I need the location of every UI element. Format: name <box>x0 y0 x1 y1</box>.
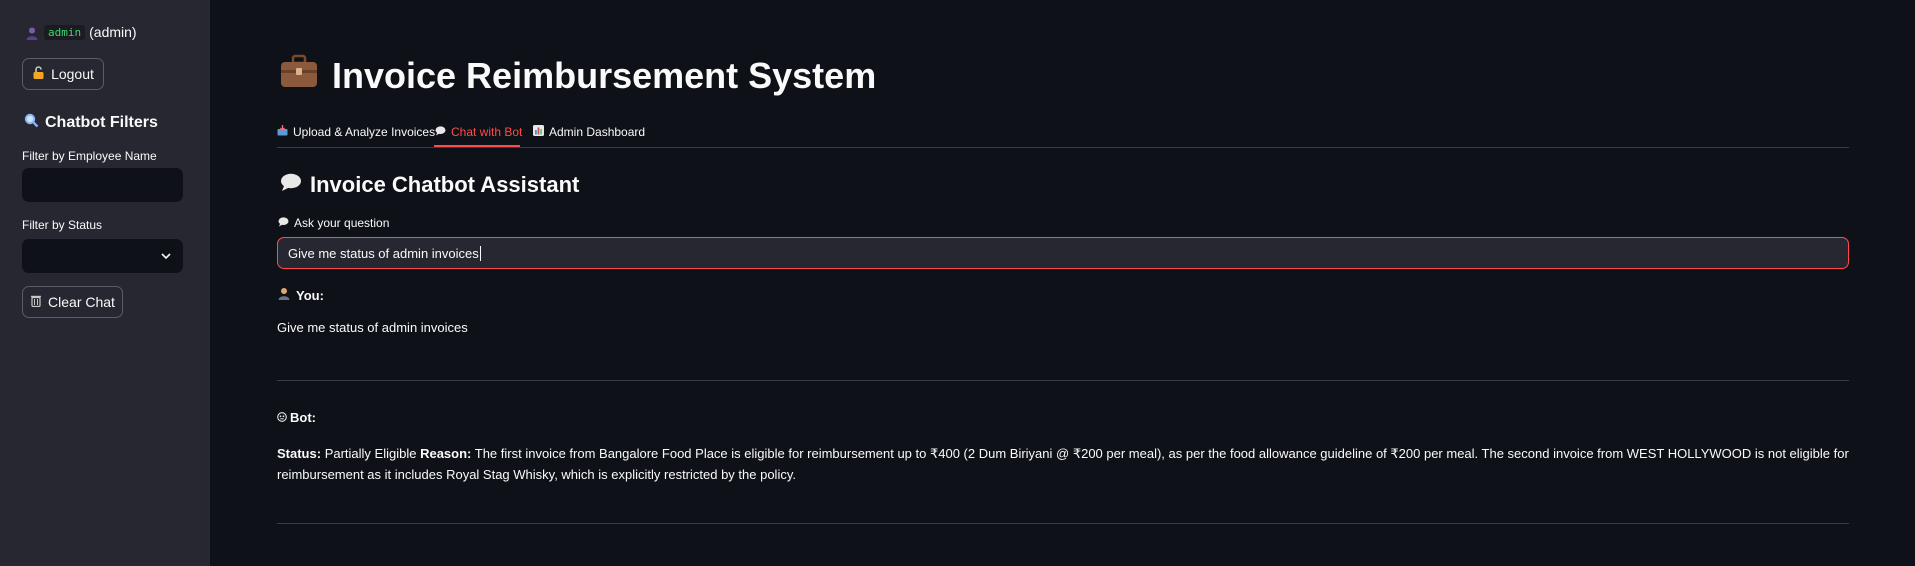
user-message-label: You: <box>278 287 324 303</box>
logout-label: Logout <box>51 66 94 82</box>
inbox-tray-icon <box>277 125 288 139</box>
user-info: admin (admin) <box>24 24 137 40</box>
divider <box>277 380 1849 381</box>
status-filter-select[interactable] <box>22 239 183 273</box>
tab-upload-analyze-label: Upload & Analyze Invoices <box>293 125 436 139</box>
speech-bubble-icon <box>278 216 289 230</box>
briefcase-icon <box>280 54 318 97</box>
bot-message-text: Status: Partially Eligible Reason: The f… <box>277 443 1849 485</box>
status-filter-label: Filter by Status <box>22 218 103 232</box>
page-title-text: Invoice Reimbursement System <box>332 54 877 96</box>
employee-filter-label: Filter by Employee Name <box>22 149 157 163</box>
reason-label: Reason: <box>420 446 472 461</box>
clear-chat-button[interactable]: Clear Chat <box>22 286 123 318</box>
username-code: admin <box>44 24 86 40</box>
logout-button[interactable]: Logout <box>22 58 104 90</box>
active-tab-indicator <box>434 145 520 147</box>
question-label: Ask your question <box>278 216 389 230</box>
unlock-icon <box>32 66 45 82</box>
clear-chat-label: Clear Chat <box>48 294 115 310</box>
bot-message-label: Bot: <box>277 410 316 425</box>
tab-chat-with-bot-label: Chat with Bot <box>451 125 523 139</box>
reason-text: The first invoice from Bangalore Food Pl… <box>277 446 1849 482</box>
divider <box>277 523 1849 524</box>
text-caret <box>479 245 481 261</box>
filters-title: Chatbot Filters <box>24 113 158 133</box>
employee-filter-input[interactable] <box>22 168 183 202</box>
magnifier-icon <box>24 113 39 133</box>
tab-admin-dashboard[interactable]: Admin Dashboard <box>533 122 645 146</box>
question-input[interactable]: Give me status of admin invoices <box>277 237 1849 269</box>
chevron-down-icon <box>161 247 171 265</box>
bot-message-label-text: Bot: <box>290 410 316 425</box>
section-title: Invoice Chatbot Assistant <box>280 172 579 198</box>
trash-icon <box>30 294 42 310</box>
user-message-label-text: You: <box>296 287 324 303</box>
tab-chat-with-bot[interactable]: Chat with Bot <box>435 122 522 146</box>
filters-title-text: Chatbot Filters <box>45 114 158 131</box>
tab-admin-dashboard-label: Admin Dashboard <box>549 125 646 139</box>
user-icon <box>24 24 40 40</box>
sidebar: admin (admin) Logout Chatbot Filters Fil… <box>0 0 210 566</box>
section-title-text: Invoice Chatbot Assistant <box>310 172 580 197</box>
robot-icon <box>277 410 287 425</box>
user-role: (admin) <box>89 24 137 40</box>
speech-bubble-icon <box>280 172 302 198</box>
question-input-value: Give me status of admin invoices <box>288 245 479 261</box>
status-value: Partially Eligible <box>324 446 417 461</box>
tab-bar: Upload & Analyze Invoices Chat with Bot … <box>277 118 1849 148</box>
user-message-text: Give me status of admin invoices <box>277 320 468 335</box>
page-title: Invoice Reimbursement System <box>280 54 876 97</box>
tab-upload-analyze[interactable]: Upload & Analyze Invoices <box>277 122 435 146</box>
bar-chart-icon <box>533 125 544 139</box>
person-icon <box>278 287 290 303</box>
speech-bubble-icon <box>435 125 446 139</box>
status-label: Status: <box>277 446 322 461</box>
question-label-text: Ask your question <box>294 216 390 230</box>
